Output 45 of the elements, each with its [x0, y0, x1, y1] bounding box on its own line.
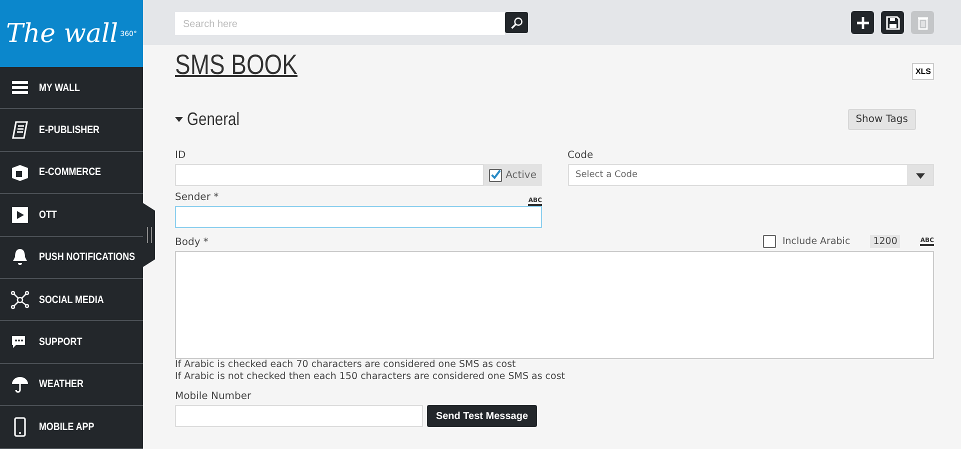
- sender-field[interactable]: [175, 206, 542, 228]
- logo: The wall$^{360°}$: [0, 0, 143, 67]
- field-label: Mobile Number: [175, 391, 252, 402]
- field-label: ID: [175, 150, 187, 161]
- bell-icon: [10, 247, 30, 268]
- page-title: SMS BOOK: [175, 49, 298, 81]
- mobile-number-field[interactable]: [175, 405, 423, 427]
- document-icon: [10, 120, 30, 140]
- export-button[interactable]: XLS: [912, 63, 934, 80]
- plus-icon: [854, 14, 870, 30]
- character-counter: 1200: [870, 235, 900, 248]
- add-button[interactable]: [851, 11, 874, 34]
- section-header[interactable]: General: [175, 108, 252, 130]
- play-icon: [10, 204, 30, 225]
- search-button[interactable]: [505, 12, 528, 33]
- umbrella-icon: [10, 374, 30, 394]
- sidebar-item[interactable]: MOBILE APP: [0, 406, 143, 449]
- send-test-message-button[interactable]: Send Test Message: [427, 405, 537, 427]
- field-label: Body *: [175, 237, 208, 248]
- body-field[interactable]: [175, 251, 934, 359]
- code-dropdown[interactable]: Select a Code: [568, 164, 934, 186]
- network-icon: [10, 290, 30, 310]
- show-tags-button[interactable]: Show Tags: [848, 108, 916, 130]
- active-checkbox[interactable]: Active: [484, 164, 542, 186]
- search-icon: [510, 16, 524, 30]
- sidebar-item[interactable]: MY WALL: [0, 67, 143, 110]
- sidebar-item[interactable]: PUSH NOTIFICATIONS: [0, 236, 143, 279]
- sidebar-item[interactable]: WEATHER: [0, 364, 143, 406]
- field-label: Sender *: [175, 192, 219, 203]
- check-icon: [490, 169, 501, 181]
- sidebar-item[interactable]: E-COMMERCE: [0, 152, 143, 194]
- sidebar-item[interactable]: OTT: [0, 194, 143, 237]
- id-field[interactable]: [175, 164, 484, 186]
- sidebar-item[interactable]: E-PUBLISHER: [0, 109, 143, 152]
- save-button[interactable]: [881, 11, 904, 34]
- sidebar-item[interactable]: SUPPORT: [0, 321, 143, 364]
- caret-icon: [916, 170, 924, 180]
- field-label: Code: [568, 150, 594, 161]
- hint-text: If Arabic is checked each 70 characters are considered one SMS as cost: [175, 359, 517, 371]
- hint-text: If Arabic is not checked then each 150 characters are considered one SMS as cost: [175, 371, 566, 383]
- box-icon: [10, 162, 30, 182]
- sidebar-item[interactable]: SOCIAL MEDIA: [0, 278, 143, 322]
- include-arabic-checkbox[interactable]: Include Arabic: [763, 235, 850, 248]
- caret-icon: [175, 115, 183, 123]
- search-field[interactable]: Search here: [175, 12, 505, 33]
